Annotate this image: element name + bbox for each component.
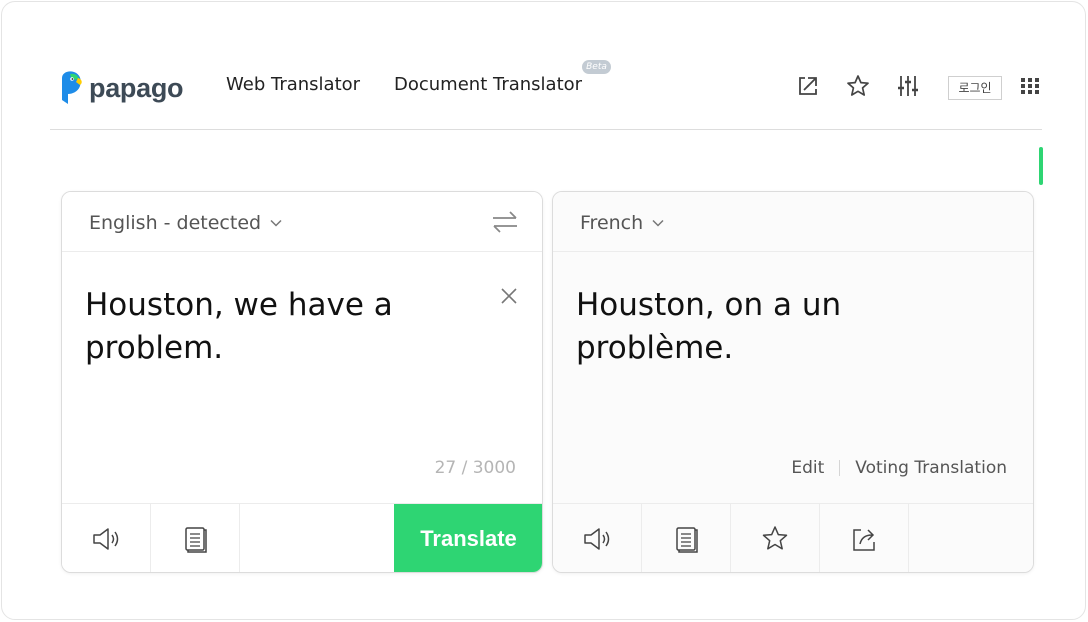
chevron-down-icon xyxy=(652,219,664,227)
source-text-input[interactable]: Houston, we have a problem. xyxy=(85,284,485,370)
papago-logo[interactable]: papago xyxy=(56,68,184,108)
target-language-select[interactable]: French xyxy=(580,212,665,234)
divider xyxy=(839,460,841,476)
source-document-button[interactable] xyxy=(151,504,240,572)
voting-translation-link[interactable]: Voting Translation xyxy=(855,458,1007,478)
login-button[interactable]: 로그인 xyxy=(948,76,1002,100)
external-link-icon xyxy=(799,77,817,95)
nav-document-translator[interactable]: Document Translator xyxy=(394,74,582,95)
edit-link[interactable]: Edit xyxy=(791,458,824,478)
target-language-label: French xyxy=(580,212,644,234)
app-frame: papago Web Translator Document Translato… xyxy=(1,1,1086,620)
translate-button[interactable]: Translate xyxy=(394,504,542,572)
target-share-button[interactable] xyxy=(820,504,909,572)
translated-text: Houston, on a un problème. xyxy=(576,287,842,366)
speaker-icon xyxy=(584,528,610,550)
swap-languages-icon[interactable] xyxy=(490,208,520,236)
side-accent-bar xyxy=(1039,147,1043,185)
star-icon xyxy=(762,526,788,550)
settings-sliders-icon xyxy=(898,76,918,96)
settings-button[interactable] xyxy=(894,72,922,100)
source-language-select[interactable]: English - detected xyxy=(89,212,283,234)
beta-badge: Beta xyxy=(582,60,611,74)
favorites-button[interactable] xyxy=(844,72,872,100)
translation-actions: Edit Voting Translation xyxy=(791,458,1007,478)
source-language-bar: English - detected xyxy=(62,192,542,252)
parrot-logo-icon xyxy=(62,71,82,104)
speaker-icon xyxy=(93,528,119,550)
target-language-bar: French xyxy=(553,192,1033,252)
document-icon xyxy=(676,527,698,553)
apps-menu-button[interactable] xyxy=(1016,72,1044,100)
source-panel: English - detected Houston, we have a pr… xyxy=(61,191,543,573)
document-icon xyxy=(185,527,207,553)
chevron-down-icon xyxy=(270,219,282,227)
target-toolbar xyxy=(553,503,1033,572)
source-listen-button[interactable] xyxy=(62,504,151,572)
apps-grid-icon xyxy=(1021,78,1039,94)
clear-text-icon[interactable] xyxy=(498,285,520,307)
star-icon xyxy=(847,75,869,96)
target-favorite-button[interactable] xyxy=(731,504,820,572)
nav-web-translator[interactable]: Web Translator xyxy=(226,74,360,95)
share-icon xyxy=(853,529,875,551)
target-panel: French Houston, on a un problème. Edit V… xyxy=(552,191,1034,573)
logo-text: papago xyxy=(89,72,184,103)
character-count: 27 / 3000 xyxy=(434,458,516,478)
source-toolbar: Translate xyxy=(62,503,542,572)
target-document-button[interactable] xyxy=(642,504,731,572)
source-language-label: English - detected xyxy=(89,212,262,234)
target-listen-button[interactable] xyxy=(553,504,642,572)
header: papago Web Translator Document Translato… xyxy=(50,50,1042,130)
external-link-button[interactable] xyxy=(794,72,822,100)
